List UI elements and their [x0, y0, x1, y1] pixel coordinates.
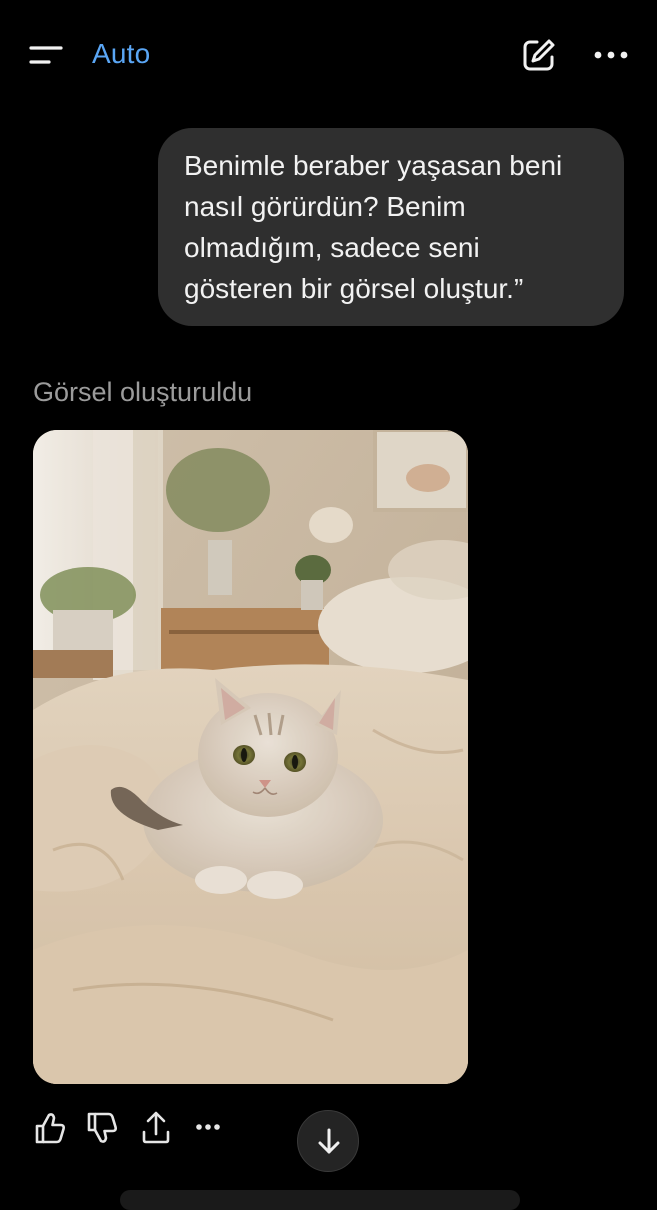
new-chat-edit-icon[interactable] [520, 36, 558, 74]
composer-edge [120, 1190, 520, 1210]
user-message-line: gösteren bir görsel oluştur.” [184, 273, 524, 304]
arrow-down-icon [318, 1128, 340, 1154]
menu-lines-icon[interactable] [28, 40, 64, 70]
share-icon[interactable] [139, 1108, 173, 1148]
top-bar: Auto [0, 0, 657, 110]
message-actions [33, 1108, 333, 1148]
more-horizontal-icon[interactable] [591, 40, 631, 70]
generated-image[interactable] [33, 430, 468, 1084]
more-horizontal-icon[interactable] [193, 1108, 227, 1148]
user-message-line: nasıl görürdün? Benim [184, 191, 466, 222]
user-message-bubble[interactable]: Benimle beraber yaşasan beni nasıl görür… [158, 128, 624, 326]
scroll-to-bottom-button[interactable] [297, 1110, 359, 1172]
thumbs-down-icon[interactable] [85, 1108, 119, 1148]
thumbs-up-icon[interactable] [33, 1108, 67, 1148]
user-message-line: olmadığım, sadece seni [184, 232, 480, 263]
image-generated-status: Görsel oluşturuldu [33, 377, 253, 407]
cat-on-bed-illustration [33, 430, 468, 1084]
model-selector[interactable]: Auto [92, 38, 150, 70]
user-message-line: Benimle beraber yaşasan beni [184, 150, 563, 181]
